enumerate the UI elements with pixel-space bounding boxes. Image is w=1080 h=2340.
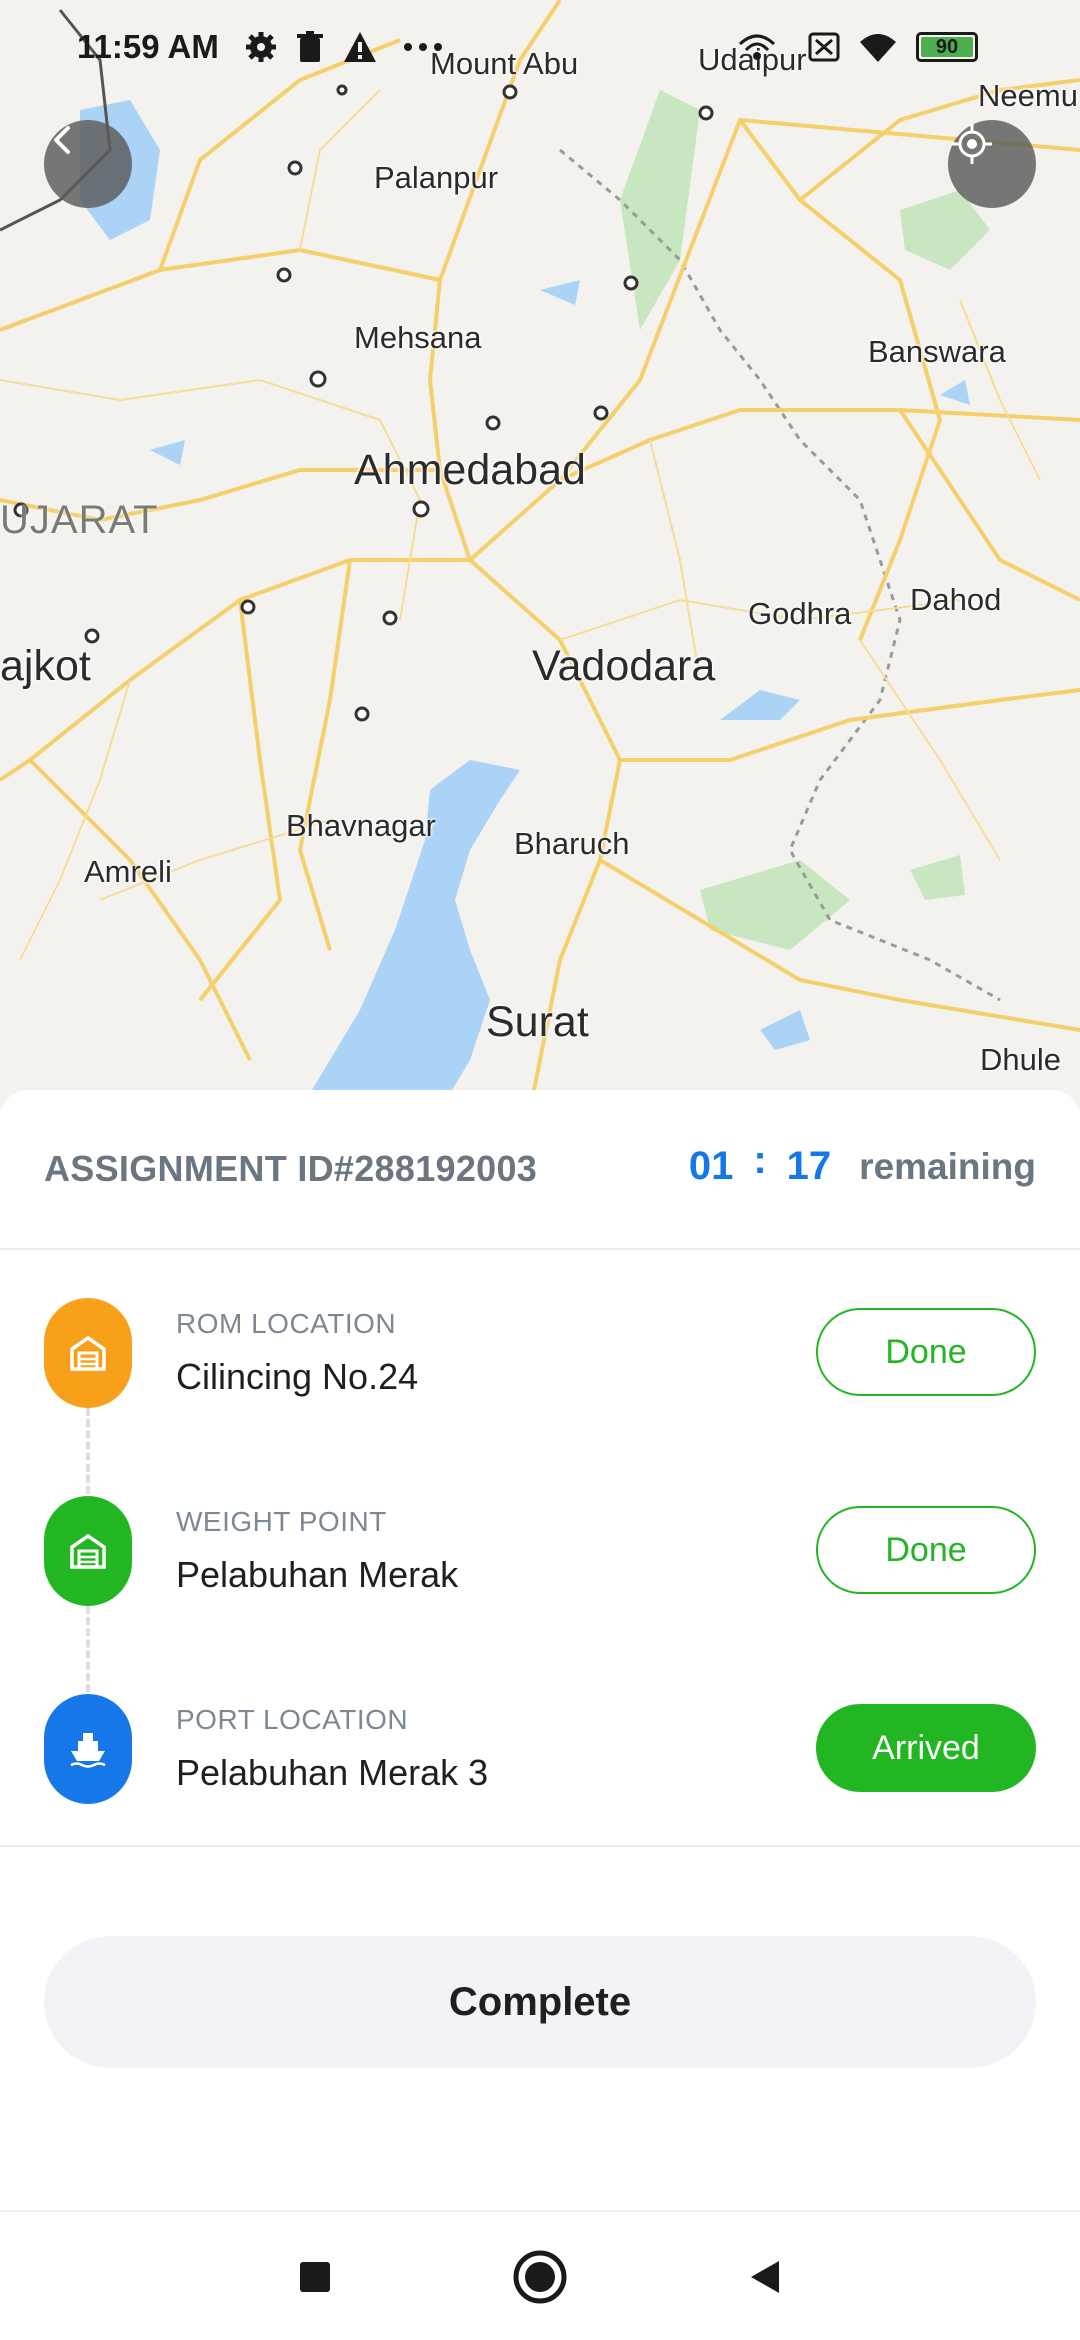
wifi-icon [860, 34, 896, 62]
map-city-label: Dahod [910, 582, 1002, 617]
stop-caption: PORT LOCATION [176, 1704, 409, 1735]
route-stop: PORT LOCATION Pelabuhan Merak 3 Arrived [0, 1694, 1080, 1814]
map-city-label: Bhavnagar [286, 808, 436, 843]
map-city-label: Godhra [748, 596, 852, 631]
warehouse-icon [70, 1533, 106, 1569]
map-city-label: Palanpur [374, 160, 499, 195]
home-circle-icon [513, 2250, 567, 2304]
triangle-back-icon [751, 2261, 779, 2293]
warehouse-icon [70, 1335, 106, 1371]
route-stop: WEIGHT POINT Pelabuhan Merak Done [0, 1496, 1080, 1616]
assignment-header: ASSIGNMENT ID#288192003 01 : 17 remainin… [0, 1090, 1080, 1250]
timer-hours: 01 [688, 1144, 734, 1188]
battery-icon: 90 [916, 32, 978, 62]
map-city-label: Ahmedabad [354, 446, 586, 494]
stop-marker [44, 1298, 132, 1408]
assignment-id: ASSIGNMENT ID#288192003 [44, 1148, 538, 1189]
stop-marker [44, 1694, 132, 1804]
battery-level-fill: 90 [921, 35, 973, 58]
map-city-label: Amreli [84, 854, 172, 889]
map-city-label: Mehsana [354, 320, 482, 355]
sim-off-icon [808, 32, 840, 62]
stop-marker [44, 1496, 132, 1606]
stop-caption: WEIGHT POINT [176, 1506, 387, 1537]
divider [0, 1845, 1080, 1847]
route-connector [86, 1408, 90, 1494]
status-bar: 11:59 AM 90 [0, 0, 1080, 96]
map-region-label: UJARAT [0, 498, 159, 542]
square-icon [300, 2262, 330, 2292]
stop-caption: ROM LOCATION [176, 1308, 397, 1339]
route-stop: ROM LOCATION Cilincing No.24 Done [0, 1298, 1080, 1418]
recents-button[interactable] [280, 2242, 350, 2312]
stop-name: Pelabuhan Merak 3 [176, 1752, 489, 1793]
map-city-label: Bharuch [514, 826, 630, 861]
system-nav-bar [0, 2210, 1080, 2340]
timer-separator: : [753, 1138, 767, 1182]
status-time: 11:59 AM [77, 28, 219, 65]
timer-minutes: 17 [786, 1144, 832, 1188]
map-view[interactable]: UJARAT Mount Abu Udaipur Neemu Palanpur … [0, 0, 1080, 1110]
locate-me-button[interactable] [948, 120, 1036, 208]
stop-name: Pelabuhan Merak [176, 1554, 459, 1595]
map-city-label: Banswara [868, 334, 1006, 369]
map-city-label: ajkot [0, 642, 91, 690]
stop-status-button[interactable]: Done [816, 1308, 1036, 1396]
complete-button[interactable]: Complete [44, 1936, 1036, 2068]
stop-status-button[interactable]: Arrived [816, 1704, 1036, 1792]
home-button[interactable] [505, 2242, 575, 2312]
back-button[interactable] [44, 120, 132, 208]
trash-icon [297, 31, 323, 62]
map-tiles [0, 0, 1080, 1110]
assignment-sheet: ASSIGNMENT ID#288192003 01 : 17 remainin… [0, 1090, 1080, 2340]
map-city-label: Vadodara [532, 642, 716, 690]
stop-status-button[interactable]: Done [816, 1506, 1036, 1594]
warning-icon [344, 32, 376, 62]
route-connector [86, 1606, 90, 1692]
crosshair-icon [952, 124, 992, 164]
more-dots-icon [404, 43, 442, 51]
map-city-label: Surat [486, 998, 589, 1046]
ship-icon [70, 1733, 106, 1768]
chevron-left-icon [54, 126, 70, 154]
gear-icon [246, 32, 276, 62]
timer-suffix: remaining [859, 1146, 1036, 1187]
map-city-label: Dhule [980, 1042, 1061, 1077]
hotspot-icon [738, 34, 776, 60]
stop-name: Cilincing No.24 [176, 1356, 419, 1397]
countdown-timer: 01 : 17 remaining [688, 1138, 1036, 1189]
battery-level-text: 90 [935, 35, 959, 58]
back-nav-button[interactable] [730, 2242, 800, 2312]
